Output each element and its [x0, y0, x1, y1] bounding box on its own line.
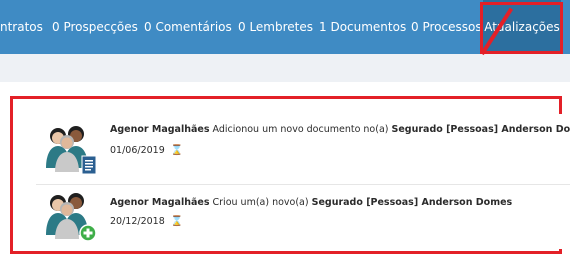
- tab-label: 0 Lembretes: [238, 20, 314, 34]
- list-item[interactable]: Agenor Magalhães Adicionou um novo docum…: [36, 114, 570, 185]
- tab-label: 0 Comentários: [144, 20, 232, 34]
- update-target: Segurado [Pessoas] Anderson Domes: [311, 197, 513, 208]
- update-date: 20/12/2018: [110, 216, 165, 227]
- list-item[interactable]: Agenor Magalhães Criou um(a) novo(a) Seg…: [36, 185, 570, 249]
- hourglass-icon: ⌛: [170, 145, 184, 156]
- update-target: Segurado [Pessoas] Anderson Domes: [391, 124, 570, 135]
- annotation-highlight-tab: [480, 2, 563, 54]
- sub-header-bar: [0, 54, 570, 82]
- tab-documentos[interactable]: 1 Documentos: [319, 0, 406, 54]
- tab-prospeccoes[interactable]: 0 Prospecções: [52, 0, 138, 54]
- tab-label: 0 Prospecções: [52, 20, 138, 34]
- update-action: Criou um(a) novo(a): [212, 197, 309, 208]
- update-meta: 01/06/2019 ⌛: [110, 145, 183, 156]
- update-meta: 20/12/2018 ⌛: [110, 216, 183, 227]
- tab-contratos[interactable]: ntratos: [0, 0, 44, 54]
- update-user: Agenor Magalhães: [110, 197, 210, 208]
- update-description: Agenor Magalhães Adicionou um novo docum…: [110, 124, 570, 135]
- update-action: Adicionou um novo documento no(a): [212, 124, 389, 135]
- tab-processos[interactable]: 0 Processos: [411, 0, 482, 54]
- hourglass-icon: ⌛: [170, 216, 184, 227]
- users-add-icon: [42, 187, 98, 243]
- tab-comentarios[interactable]: 0 Comentários: [144, 0, 232, 54]
- users-document-icon: [42, 120, 98, 176]
- update-description: Agenor Magalhães Criou um(a) novo(a) Seg…: [110, 197, 512, 208]
- tab-lembretes[interactable]: 0 Lembretes: [238, 0, 313, 54]
- update-user: Agenor Magalhães: [110, 124, 210, 135]
- update-date: 01/06/2019: [110, 145, 165, 156]
- tab-label: 0 Processos: [411, 20, 482, 34]
- tab-label: ntratos: [0, 20, 43, 34]
- tab-label: 1 Documentos: [319, 20, 407, 34]
